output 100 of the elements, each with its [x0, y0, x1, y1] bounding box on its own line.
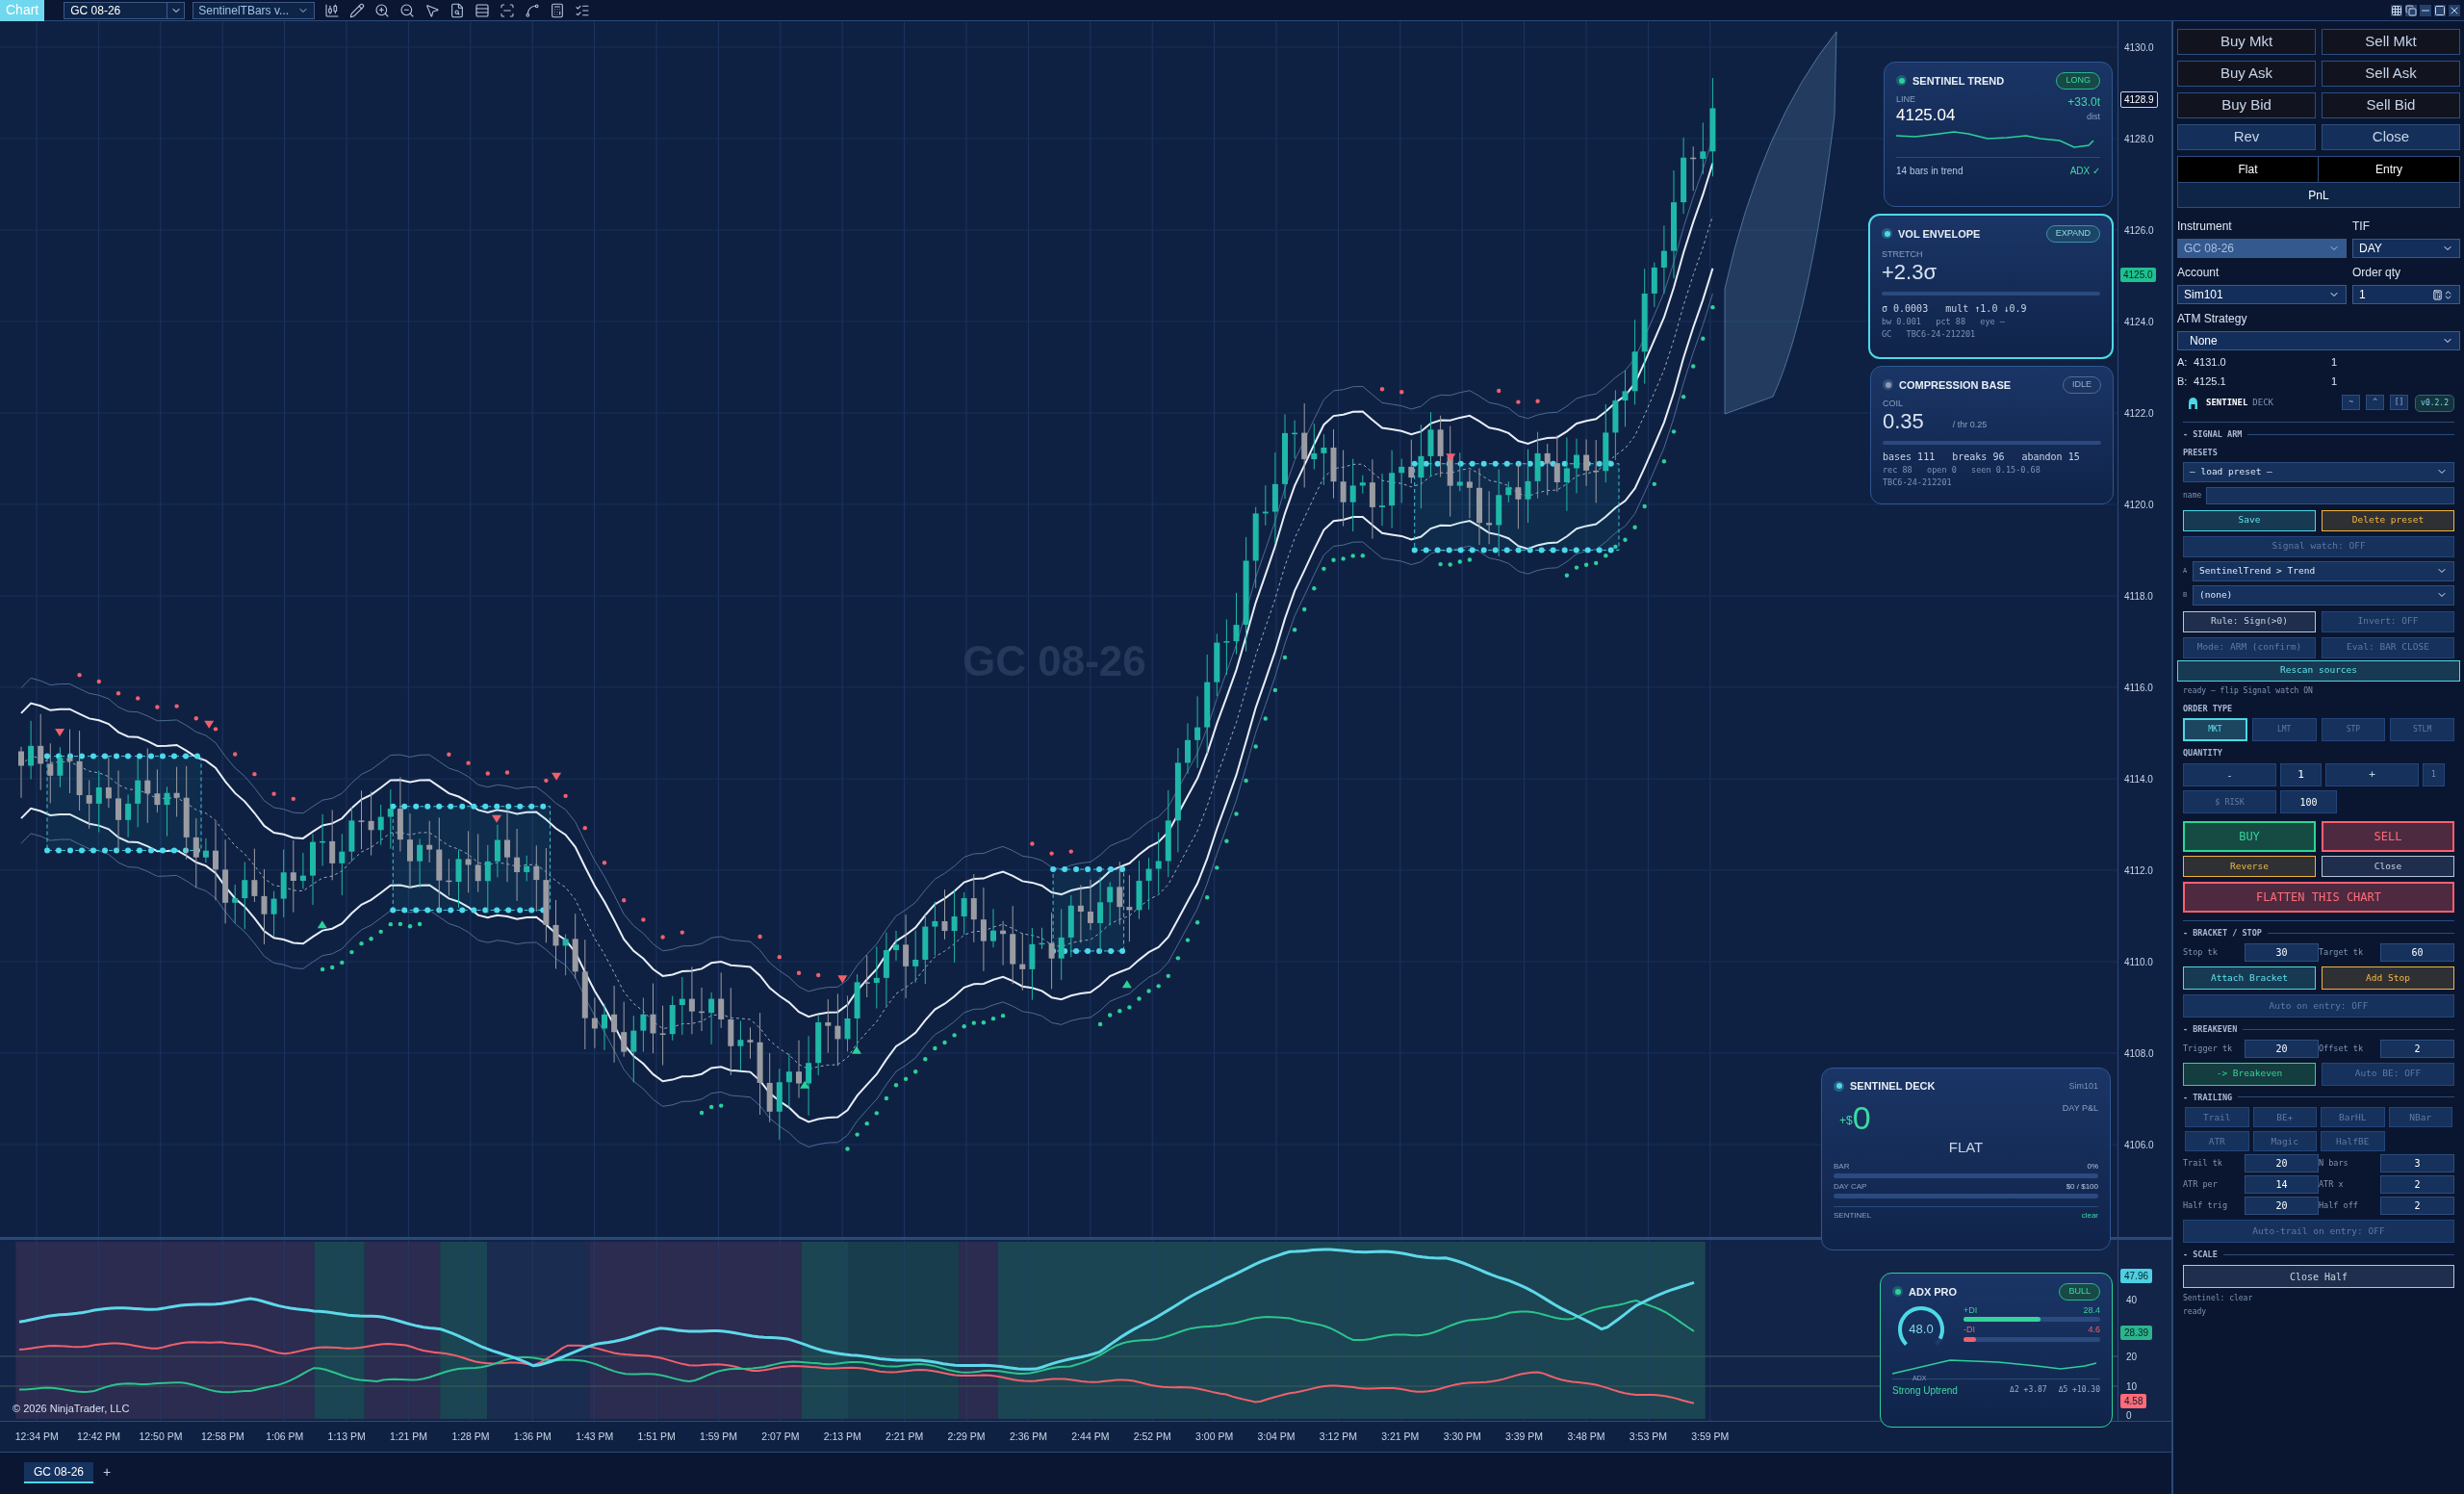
buy-signal-marker: [1121, 980, 1132, 989]
order-button[interactable]: Sell Ask: [2322, 61, 2460, 87]
order-button[interactable]: Buy Ask: [2177, 61, 2316, 87]
quantity-preset[interactable]: 1: [2423, 763, 2445, 786]
time-label: 1:28 PM: [450, 1429, 491, 1444]
calculator-icon[interactable]: [550, 2, 566, 18]
candlestick-icon[interactable]: [324, 2, 341, 18]
reverse-button[interactable]: Reverse: [2183, 856, 2316, 877]
minimize-icon[interactable]: [2420, 4, 2431, 16]
order-button[interactable]: Buy Mkt: [2177, 29, 2316, 55]
version-badge: v0.2.2: [2415, 395, 2454, 412]
close-button[interactable]: Close: [2322, 856, 2454, 877]
section-heading: - TRAILING: [2183, 1091, 2233, 1104]
source-select[interactable]: (none): [2193, 584, 2454, 605]
order-button[interactable]: Sell Bid: [2322, 92, 2460, 118]
param-field[interactable]: 60: [2380, 942, 2454, 962]
deck-button[interactable]: -> Breakeven: [2183, 1062, 2316, 1086]
deck-button[interactable]: Delete preset: [2322, 509, 2454, 531]
quote-label: B:: [2177, 374, 2189, 389]
flatten-button[interactable]: FLATTEN THIS CHART: [2183, 882, 2454, 913]
chart-tab[interactable]: GC 08-26: [24, 1461, 94, 1483]
deck-header-button[interactable]: []: [2390, 395, 2409, 410]
source-select[interactable]: SentinelTrend > Trend: [2193, 560, 2454, 581]
quote-label: A:: [2177, 354, 2189, 370]
line-chart-icon[interactable]: [525, 2, 541, 18]
deck-button[interactable]: Add Stop: [2322, 966, 2454, 990]
document-search-icon[interactable]: [449, 2, 466, 18]
template-select[interactable]: SentinelTBars v...: [192, 1, 316, 19]
risk-field[interactable]: 100: [2280, 790, 2337, 813]
sell-signal-marker: [837, 975, 848, 984]
adx-axis-label: 10: [2126, 1380, 2138, 1394]
name-field[interactable]: [2206, 486, 2454, 504]
order-type-tab[interactable]: MKT: [2183, 718, 2247, 742]
grid-icon[interactable]: [2391, 4, 2402, 16]
sell-button[interactable]: SELL: [2322, 821, 2454, 852]
quantity-field[interactable]: 1: [2280, 763, 2322, 786]
restore-icon[interactable]: [2405, 4, 2417, 16]
param-field[interactable]: 30: [2245, 942, 2319, 962]
tif-select[interactable]: DAY: [2352, 239, 2460, 258]
coil-label: COIL: [1883, 397, 1904, 410]
card-title: VOL ENVELOPE: [1898, 226, 1981, 242]
rows-icon[interactable]: [475, 2, 491, 18]
price-label: 4108.0: [2124, 1047, 2154, 1061]
param-field[interactable]: 14: [2245, 1175, 2319, 1195]
param-label: Half trig: [2183, 1199, 2229, 1213]
param-label: Stop tk: [2183, 945, 2219, 959]
instrument-select[interactable]: GC 08-26: [64, 1, 186, 19]
price-label: 4112.0: [2124, 864, 2153, 878]
adx-gauge: [1898, 1305, 1944, 1346]
di-label: +DI: [1964, 1303, 1978, 1317]
scan-icon[interactable]: [500, 2, 516, 18]
preset-select[interactable]: — load preset —: [2183, 461, 2454, 482]
param-field[interactable]: 2: [2380, 1039, 2454, 1058]
meter-label: BAR: [1834, 1161, 1850, 1172]
deck-header-button[interactable]: ~: [2342, 395, 2361, 410]
param-field[interactable]: 20: [2245, 1197, 2319, 1216]
section-heading: - BREAKEVEN: [2183, 1022, 2238, 1036]
deck-button[interactable]: Rule: Sign(>0): [2183, 610, 2316, 632]
buy-button[interactable]: BUY: [2183, 821, 2316, 852]
deck-button[interactable]: Close Half: [2183, 1265, 2454, 1288]
zoom-out-icon[interactable]: [399, 2, 416, 18]
close-button[interactable]: Close: [2322, 124, 2460, 150]
section-label: QUANTITY: [2183, 747, 2223, 760]
deck-button[interactable]: Attach Bracket: [2183, 966, 2316, 990]
param-field[interactable]: 2: [2380, 1175, 2454, 1195]
add-tab-button[interactable]: +: [99, 1461, 116, 1483]
di-label: -DI: [1964, 1324, 1975, 1336]
quantity-field[interactable]: 1: [2352, 285, 2460, 304]
distance-value: +33.0t: [2067, 93, 2100, 111]
param-field[interactable]: 3: [2380, 1154, 2454, 1173]
deck-header-button[interactable]: ^: [2366, 395, 2385, 410]
increment-button[interactable]: +: [2325, 763, 2419, 786]
account-select[interactable]: Sim101: [2177, 285, 2347, 304]
adx-delta: Δ2 +3.87: [2010, 1384, 2047, 1396]
time-label: 2:36 PM: [1008, 1429, 1048, 1444]
deck-button[interactable]: Rescan sources: [2177, 659, 2460, 682]
signal-status: ready — flip Signal watch ON: [2183, 684, 2314, 697]
order-button[interactable]: Sell Mkt: [2322, 29, 2460, 55]
field-label: ATM Strategy: [2177, 311, 2248, 327]
order-button[interactable]: Buy Bid: [2177, 92, 2316, 118]
time-label: 1:43 PM: [575, 1429, 615, 1444]
maximize-icon[interactable]: [2434, 4, 2446, 16]
pointer-icon[interactable]: [424, 2, 441, 18]
deck-button[interactable]: Save: [2183, 509, 2316, 531]
decrement-button[interactable]: -: [2183, 763, 2276, 786]
card-title: ADX PRO: [1909, 1284, 1958, 1300]
section-heading: - SCALE: [2183, 1249, 2218, 1261]
reverse-button[interactable]: Rev: [2177, 124, 2316, 150]
card-title: COMPRESSION BASE: [1899, 377, 2012, 393]
zoom-in-icon[interactable]: [374, 2, 391, 18]
price-marker: 4125.0: [2120, 268, 2156, 282]
param-field[interactable]: 2: [2380, 1197, 2454, 1216]
adx-axis-label: 40: [2126, 1294, 2138, 1307]
pencil-icon[interactable]: [349, 2, 366, 18]
atm-select[interactable]: None: [2177, 331, 2460, 350]
param-field[interactable]: 20: [2245, 1154, 2319, 1173]
close-icon[interactable]: [2449, 4, 2460, 16]
param-field[interactable]: 20: [2245, 1039, 2319, 1058]
time-label: 3:21 PM: [1380, 1429, 1421, 1444]
price-label: 4110.0: [2124, 956, 2153, 969]
